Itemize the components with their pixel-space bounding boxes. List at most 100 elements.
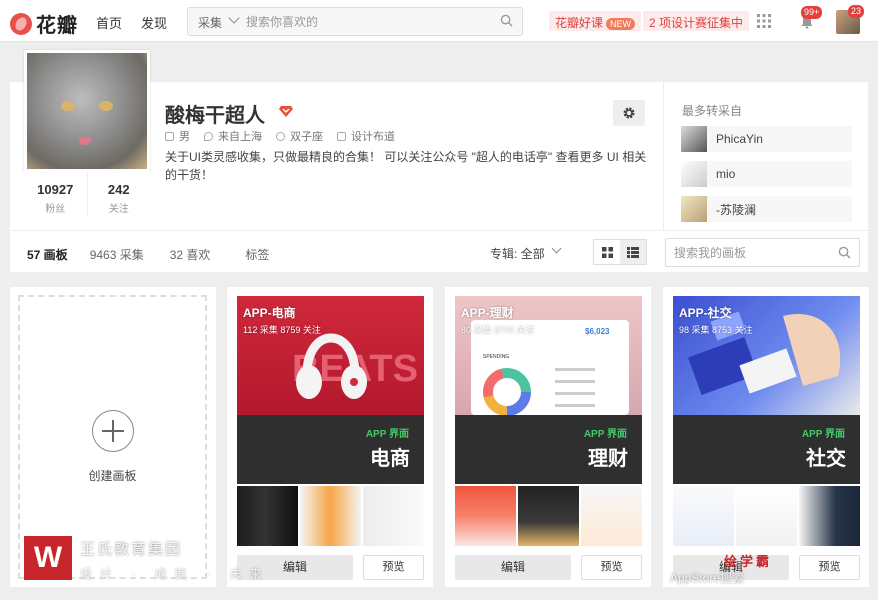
occupation-meta: 设计布道 — [337, 128, 395, 144]
chevron-down-icon[interactable] — [228, 12, 240, 24]
following-stat[interactable]: 242 关注 — [86, 172, 151, 216]
preview-board-button[interactable]: 预览 — [363, 555, 424, 580]
view-toggle — [593, 239, 647, 265]
cat-eye-left — [61, 101, 75, 111]
board-card-ecommerce[interactable]: BEATS APP-电商 112 采集 8759 关注 APP 界面 电商 编辑… — [227, 287, 433, 587]
profile-avatar[interactable] — [24, 50, 150, 172]
source-avatar — [681, 196, 707, 222]
thumbnail[interactable] — [736, 486, 797, 546]
svg-text:$6,023: $6,023 — [585, 327, 610, 336]
promo-contest-link[interactable]: 2 项设计赛征集中 — [643, 11, 750, 31]
star-icon — [276, 131, 285, 141]
search-icon[interactable] — [838, 246, 851, 259]
plus-icon — [92, 410, 134, 452]
tab-tags[interactable]: 标签 — [245, 246, 269, 263]
watermark-brand: 绘学霸 — [724, 554, 773, 569]
followers-label: 粉丝 — [45, 204, 66, 215]
top-repin-sources: 最多转采自 PhicaYin mio -苏陵澜 — [663, 82, 868, 230]
search-icon[interactable] — [500, 14, 513, 27]
board-thumbnails — [237, 486, 424, 546]
thumbnail[interactable] — [363, 486, 424, 546]
thumbnail[interactable] — [518, 486, 579, 546]
thumbnail[interactable] — [799, 486, 860, 546]
tab-boards[interactable]: 57 画板 — [27, 246, 68, 263]
profile-card: 10927 粉丝 242 关注 酸梅干超人 男 来自上海 双子座 设计布道 关于… — [10, 50, 868, 272]
apps-grid-icon[interactable] — [757, 14, 771, 28]
board-tag: APP 界面 — [583, 429, 627, 440]
profile-meta: 男 来自上海 双子座 设计布道 — [165, 128, 409, 144]
following-count: 242 — [107, 182, 130, 197]
preview-board-button[interactable]: 预览 — [581, 555, 642, 580]
source-name: mio — [716, 167, 736, 181]
promo-courses-link[interactable]: 花瓣好课 NEW — [549, 11, 642, 31]
board-search-input[interactable] — [674, 245, 834, 261]
grid-view-button[interactable] — [594, 240, 620, 264]
board-card-finance[interactable]: $6,023 SPENDING APP-理财 80 采集 8740 关注 APP… — [445, 287, 651, 587]
board-stats: 112 采集 8759 关注 — [243, 325, 321, 335]
create-board-label: 创建画板 — [88, 469, 137, 483]
thumbnail[interactable] — [300, 486, 361, 546]
board-title: APP-社交 — [679, 306, 732, 320]
huaban-logo[interactable]: 花瓣 — [10, 9, 78, 38]
board-card-social[interactable]: APP-社交 98 采集 8753 关注 APP 界面 社交 编辑 预览 — [663, 287, 869, 587]
thumbnail[interactable] — [581, 486, 642, 546]
board-cover[interactable]: BEATS APP-电商 112 采集 8759 关注 APP 界面 电商 — [237, 296, 424, 484]
board-tag: APP 界面 — [365, 429, 409, 440]
chevron-down-icon[interactable] — [551, 243, 562, 254]
board-cover[interactable]: $6,023 SPENDING APP-理财 80 采集 8740 关注 APP… — [455, 296, 642, 484]
source-avatar — [681, 126, 707, 152]
location-meta: 来自上海 — [204, 128, 262, 144]
verified-diamond-icon — [279, 106, 293, 117]
cat-tongue — [79, 137, 91, 145]
repin-source-item[interactable]: mio — [681, 161, 852, 187]
watermark-appstore: AppStore搜索 — [670, 571, 745, 585]
gender-meta: 男 — [165, 128, 190, 144]
board-tag: APP 界面 — [801, 429, 845, 440]
settings-button[interactable] — [613, 100, 645, 126]
preview-board-button[interactable]: 预览 — [799, 555, 860, 580]
following-label: 关注 — [108, 204, 129, 215]
avatar-badge: 23 — [848, 5, 865, 18]
occupation-text: 设计布道 — [351, 131, 395, 143]
board-category: 理财 — [588, 448, 628, 470]
watermark-slogan: 设计 · 成就 · 未来 — [80, 567, 270, 581]
followers-stat[interactable]: 10927 粉丝 — [24, 172, 87, 216]
edit-board-button[interactable]: 编辑 — [455, 555, 571, 580]
tab-likes[interactable]: 32 喜欢 — [170, 246, 211, 263]
grid-view-icon — [601, 246, 613, 258]
repin-source-item[interactable]: PhicaYin — [681, 126, 852, 152]
tab-pins[interactable]: 9463 采集 — [90, 246, 144, 263]
thumbnail[interactable] — [673, 486, 734, 546]
nav-discover[interactable]: 发现 — [141, 13, 167, 32]
search-input[interactable] — [246, 12, 486, 32]
list-view-button[interactable] — [620, 240, 646, 264]
watermark-logo: W — [24, 536, 72, 580]
board-search — [665, 238, 860, 267]
thumbnail[interactable] — [455, 486, 516, 546]
source-name: PhicaYin — [716, 132, 763, 146]
board-thumbnails — [455, 486, 642, 546]
promo-courses-label: 花瓣好课 — [555, 16, 604, 30]
album-filter-select[interactable]: 专辑: 全部 — [490, 245, 545, 262]
top-bar: 花瓣 首页 发现 采集 花瓣好课NEW 2 项设计赛征集中 99+ 23 — [0, 0, 878, 42]
list-view-icon — [627, 246, 639, 258]
board-category: 电商 — [370, 448, 410, 470]
board-thumbnails — [673, 486, 860, 546]
cat-eye-right — [99, 101, 113, 111]
nav-home[interactable]: 首页 — [96, 13, 122, 32]
board-title: APP-电商 — [243, 306, 296, 320]
petal-logo-icon — [10, 12, 32, 35]
repin-source-item[interactable]: -苏陵澜 — [681, 196, 852, 222]
briefcase-icon — [337, 131, 346, 141]
thumbnail[interactable] — [237, 486, 298, 546]
gender-text: 男 — [179, 131, 190, 143]
gender-icon — [165, 131, 174, 141]
divider — [10, 230, 868, 231]
board-cover[interactable]: APP-社交 98 采集 8753 关注 APP 界面 社交 — [673, 296, 860, 484]
source-avatar — [681, 161, 707, 187]
profile-tabs: 57 画板 9463 采集 32 喜欢 标签 — [27, 246, 291, 263]
followers-count: 10927 — [37, 182, 74, 197]
search-category-select[interactable]: 采集 — [198, 14, 222, 31]
board-category: 社交 — [806, 448, 846, 470]
cat-avatar-image — [27, 53, 147, 169]
